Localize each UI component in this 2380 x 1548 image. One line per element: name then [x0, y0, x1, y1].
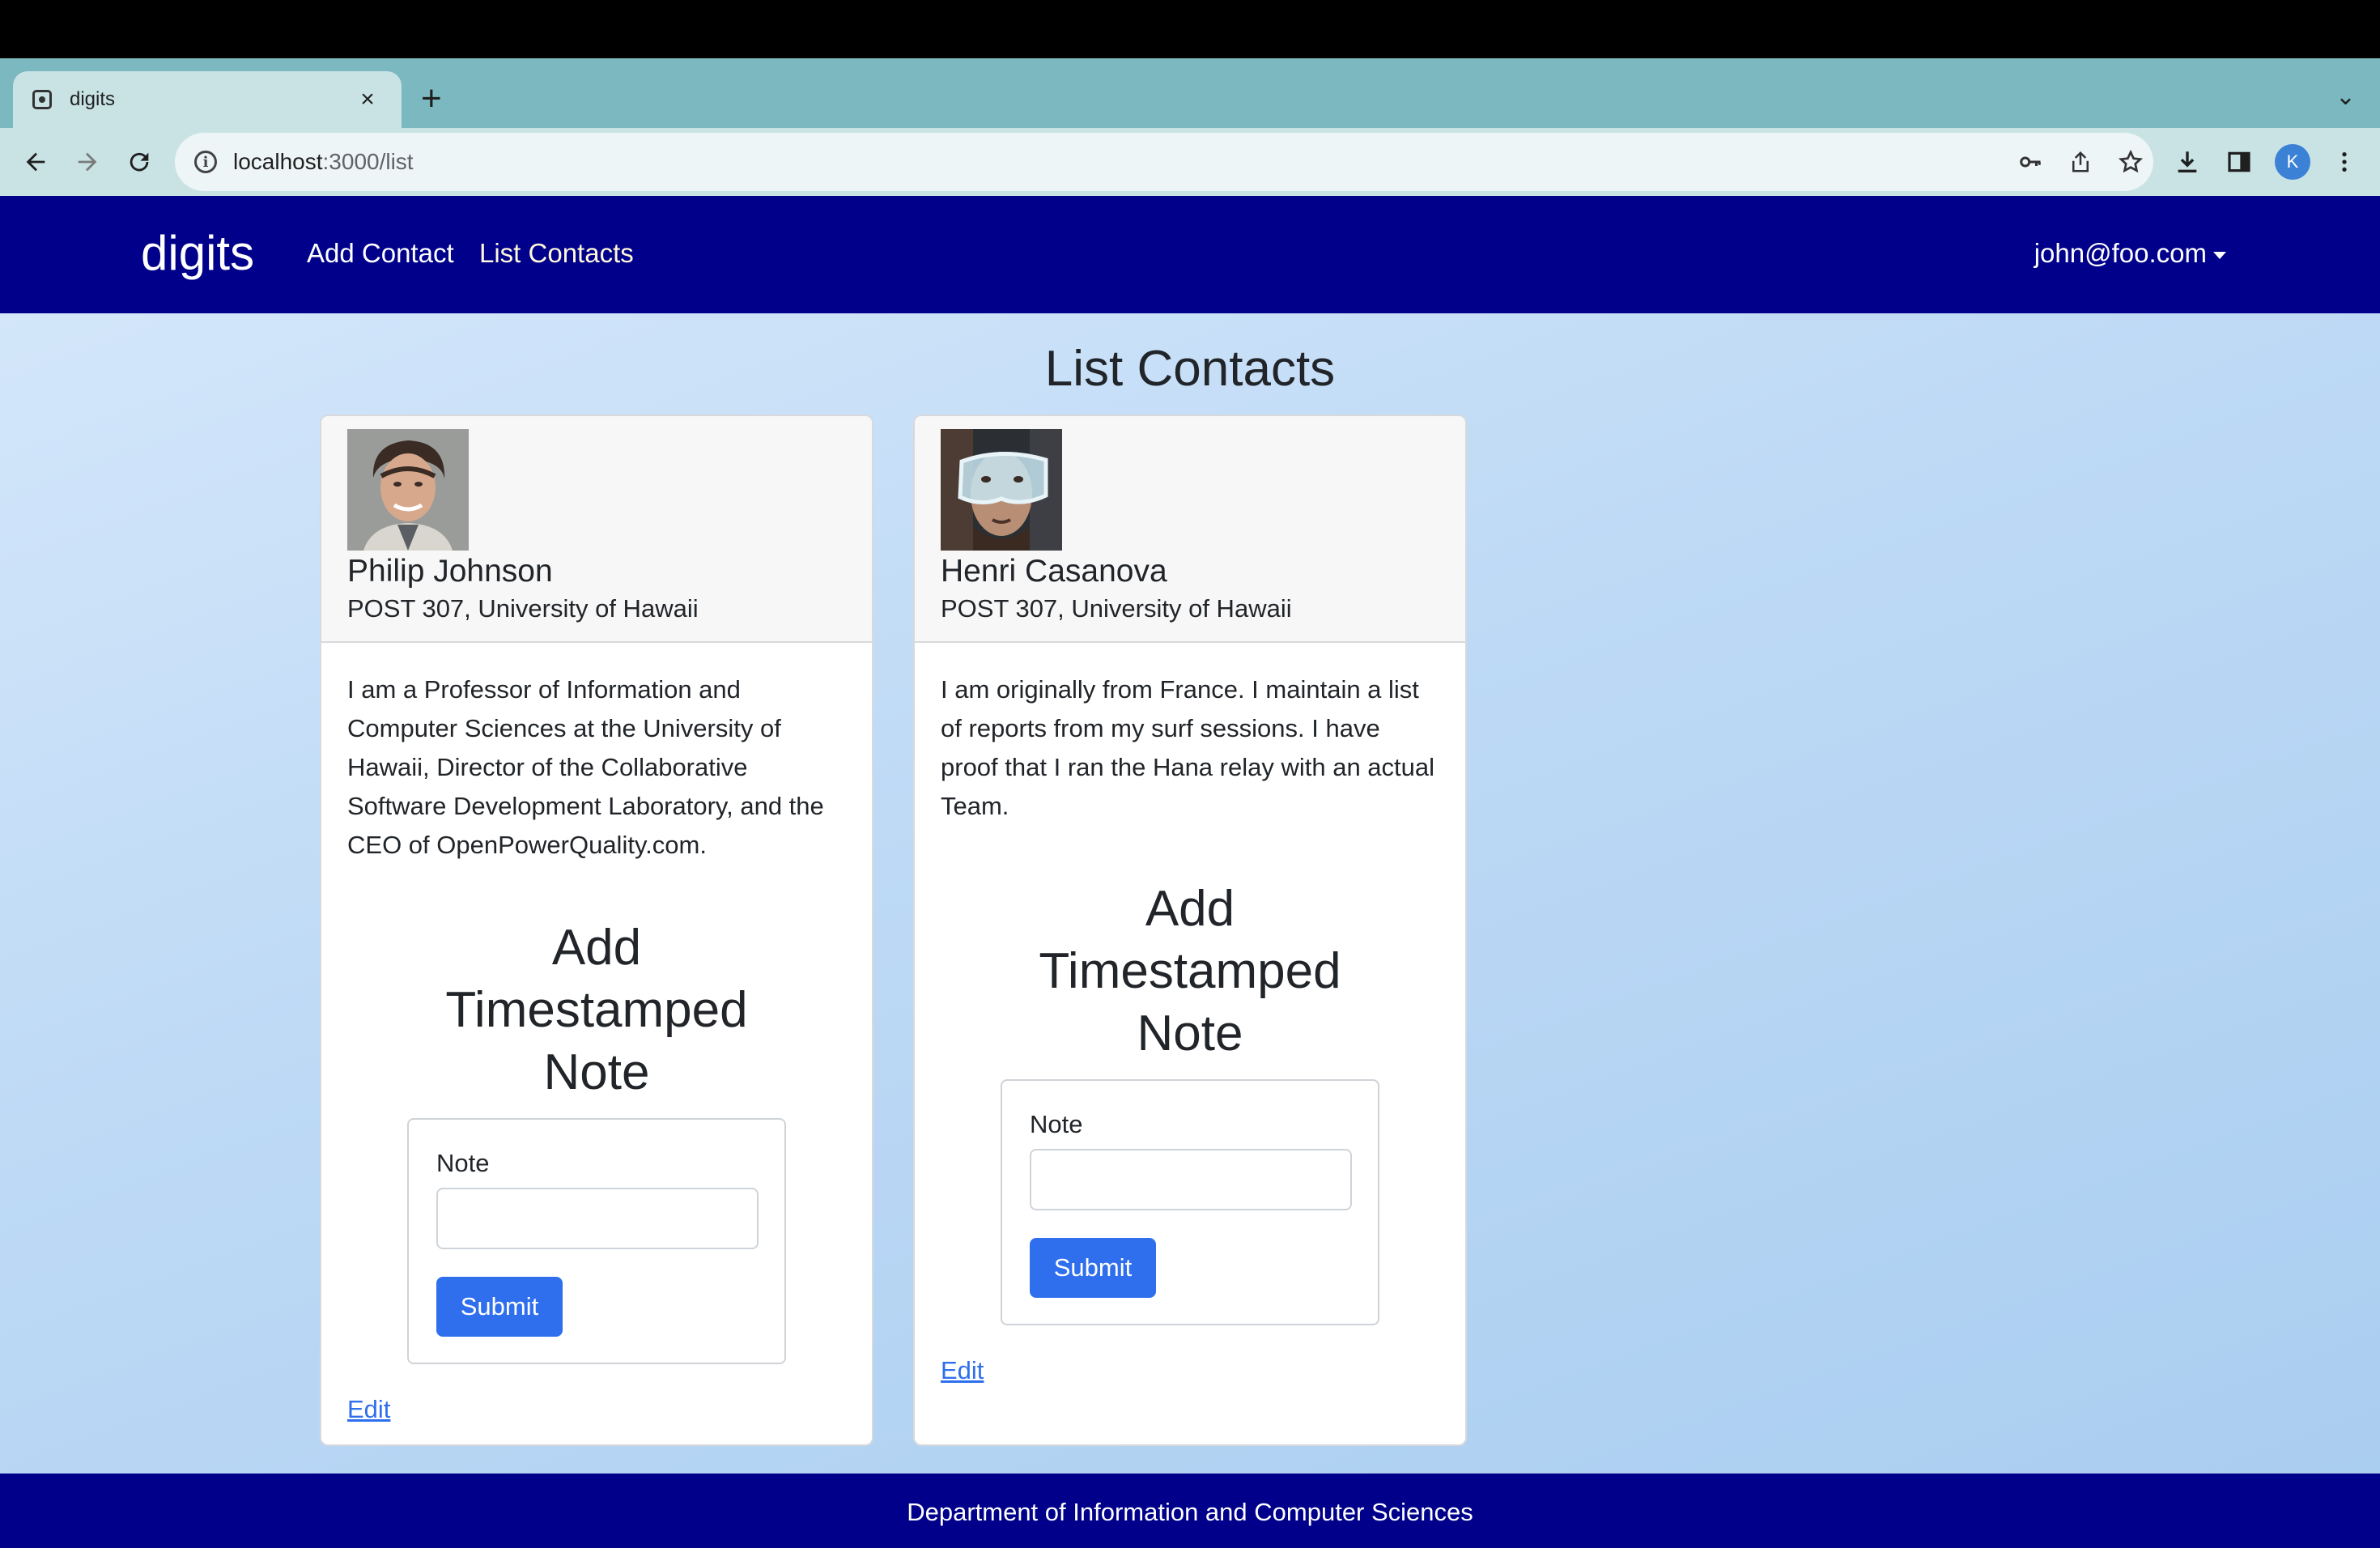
card-header: Henri Casanova POST 307, University of H… — [915, 416, 1465, 643]
submit-button[interactable]: Submit — [1030, 1238, 1156, 1298]
back-icon[interactable] — [15, 141, 57, 183]
add-note-form: Note Submit — [1001, 1079, 1379, 1325]
page-footer: Department of Information and Computer S… — [0, 1474, 2380, 1548]
tab-strip: digits × + ⌄ — [0, 58, 2380, 128]
note-input[interactable] — [436, 1188, 759, 1249]
brand-logo[interactable]: digits — [141, 225, 254, 281]
note-label: Note — [436, 1149, 490, 1177]
footer-text: Department of Information and Computer S… — [907, 1498, 1473, 1526]
caret-down-icon — [2213, 251, 2226, 259]
address-bar[interactable]: i localhost:3000/list — [175, 133, 2153, 191]
app-navbar: digits Add Contact List Contacts john@fo… — [0, 196, 2380, 313]
card-header: Philip Johnson POST 307, University of H… — [321, 416, 872, 643]
note-input[interactable] — [1030, 1149, 1352, 1210]
browser-toolbar: i localhost:3000/list K — [0, 128, 2380, 196]
share-icon[interactable] — [2063, 144, 2098, 180]
note-label: Note — [1030, 1110, 1083, 1138]
submit-button[interactable]: Submit — [436, 1277, 563, 1337]
contact-name: Philip Johnson — [347, 554, 553, 589]
download-icon[interactable] — [2166, 141, 2208, 183]
reload-icon[interactable] — [118, 141, 160, 183]
kebab-menu-icon[interactable] — [2323, 141, 2365, 183]
add-note-title: Add Timestamped Note — [1039, 881, 1341, 1061]
info-icon[interactable]: i — [194, 151, 217, 173]
contact-photo — [941, 429, 1062, 551]
contact-name: Henri Casanova — [941, 554, 1167, 589]
user-dropdown[interactable]: john@foo.com — [2034, 238, 2226, 269]
profile-avatar[interactable]: K — [2275, 144, 2310, 180]
key-icon[interactable] — [2012, 144, 2048, 180]
page-title: List Contacts — [1044, 341, 1336, 397]
edit-link[interactable]: Edit — [347, 1395, 390, 1424]
nav-add-contact[interactable]: Add Contact — [307, 238, 454, 269]
contact-card: Philip Johnson POST 307, University of H… — [320, 415, 873, 1446]
contact-address: POST 307, University of Hawaii — [941, 594, 1292, 623]
favicon-icon — [32, 90, 52, 109]
contact-description: I am a Professor of Information and Comp… — [347, 675, 824, 859]
contact-address: POST 307, University of Hawaii — [347, 594, 699, 623]
system-top-bar — [0, 0, 2380, 58]
nav-list-contacts[interactable]: List Contacts — [479, 238, 634, 269]
card-body: I am originally from France. I maintain … — [915, 643, 1465, 1385]
close-tab-icon[interactable]: × — [353, 85, 382, 114]
contact-description: I am originally from France. I maintain … — [941, 675, 1435, 820]
tab-title: digits — [70, 88, 116, 110]
browser-tab[interactable]: digits × — [13, 71, 402, 128]
contact-card: Henri Casanova POST 307, University of H… — [913, 415, 1467, 1446]
star-icon[interactable] — [2113, 144, 2148, 180]
page-viewport: digits Add Contact List Contacts john@fo… — [0, 196, 2380, 1548]
new-tab-button[interactable]: + — [421, 81, 442, 117]
url-text: localhost:3000/list — [233, 149, 414, 174]
card-body: I am a Professor of Information and Comp… — [321, 643, 872, 1424]
tab-search-icon[interactable]: ⌄ — [2335, 83, 2356, 111]
forward-icon[interactable] — [66, 141, 108, 183]
edit-link[interactable]: Edit — [941, 1356, 984, 1385]
add-note-form: Note Submit — [407, 1118, 786, 1364]
add-note-title: Add Timestamped Note — [445, 920, 748, 1100]
side-panel-icon[interactable] — [2218, 141, 2260, 183]
contact-photo — [347, 429, 469, 551]
user-email: john@foo.com — [2034, 238, 2207, 268]
